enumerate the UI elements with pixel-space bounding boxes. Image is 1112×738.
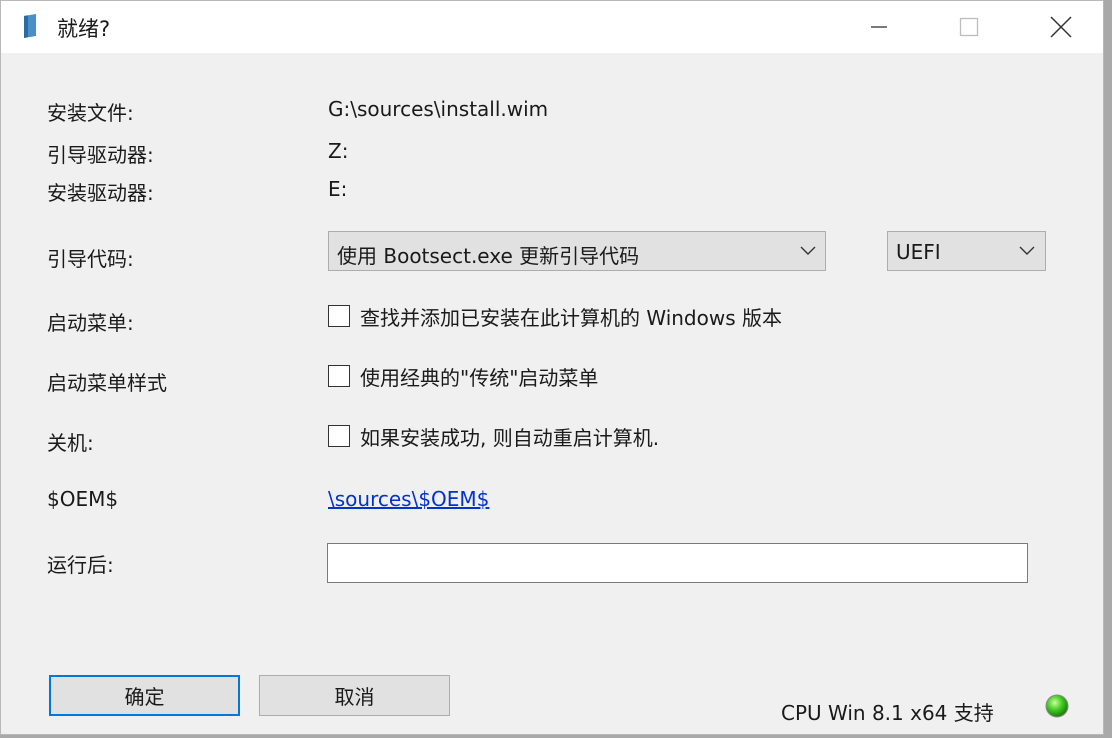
after-run-input[interactable]	[327, 543, 1028, 583]
boot-drive-label: 引导驱动器:	[47, 143, 154, 167]
close-icon	[1050, 16, 1072, 38]
install-file-label: 安装文件:	[47, 101, 134, 125]
cancel-button[interactable]: 取消	[259, 675, 450, 716]
boot-menu-label: 启动菜单:	[47, 311, 134, 335]
boot-code-selected: 使用 Bootsect.exe 更新引导代码	[337, 244, 640, 268]
shutdown-checkbox[interactable]	[328, 425, 350, 447]
boot-menu-checkbox[interactable]	[328, 305, 350, 327]
boot-menu-option[interactable]: 查找并添加已安装在此计算机的 Windows 版本	[328, 303, 782, 330]
minimize-button[interactable]	[851, 1, 907, 53]
install-drive-label: 安装驱动器:	[47, 181, 154, 205]
minimize-icon	[871, 26, 887, 28]
maximize-icon	[959, 17, 979, 37]
shutdown-option[interactable]: 如果安装成功, 则自动重启计算机.	[328, 423, 660, 450]
app-icon	[24, 14, 36, 38]
after-run-label: 运行后:	[47, 553, 114, 577]
dialog-window: 就绪? 安装文件: G:\sources\install.wim 引导驱动器: …	[0, 0, 1104, 735]
boot-menu-option-label: 查找并添加已安装在此计算机的 Windows 版本	[360, 305, 782, 330]
install-drive-value: E:	[328, 177, 348, 201]
boot-menu-style-checkbox[interactable]	[328, 365, 350, 387]
oem-link[interactable]: \sources\$OEM$	[328, 487, 489, 511]
window-title: 就绪?	[57, 17, 111, 41]
boot-menu-style-option-label: 使用经典的"传统"启动菜单	[360, 365, 599, 390]
title-bar[interactable]: 就绪?	[1, 1, 1103, 53]
boot-menu-style-label: 启动菜单样式	[47, 371, 167, 395]
shutdown-label: 关机:	[47, 431, 94, 455]
ok-button[interactable]: 确定	[49, 675, 240, 716]
boot-code-select[interactable]: 使用 Bootsect.exe 更新引导代码	[328, 231, 826, 271]
firmware-select[interactable]: UEFI	[887, 231, 1046, 271]
boot-menu-style-option[interactable]: 使用经典的"传统"启动菜单	[328, 363, 599, 390]
chevron-down-icon	[800, 246, 816, 255]
boot-drive-value: Z:	[328, 139, 349, 163]
oem-label: $OEM$	[47, 487, 119, 511]
install-file-value: G:\sources\install.wim	[328, 97, 549, 121]
shutdown-option-label: 如果安装成功, 则自动重启计算机.	[360, 425, 660, 450]
firmware-selected: UEFI	[896, 240, 941, 264]
status-led-icon	[1045, 694, 1069, 718]
boot-code-label: 引导代码:	[47, 247, 134, 271]
cpu-support-status: CPU Win 8.1 x64 支持	[781, 701, 994, 725]
maximize-button[interactable]	[941, 1, 997, 53]
close-button[interactable]	[1033, 1, 1089, 53]
chevron-down-icon	[1019, 246, 1035, 255]
